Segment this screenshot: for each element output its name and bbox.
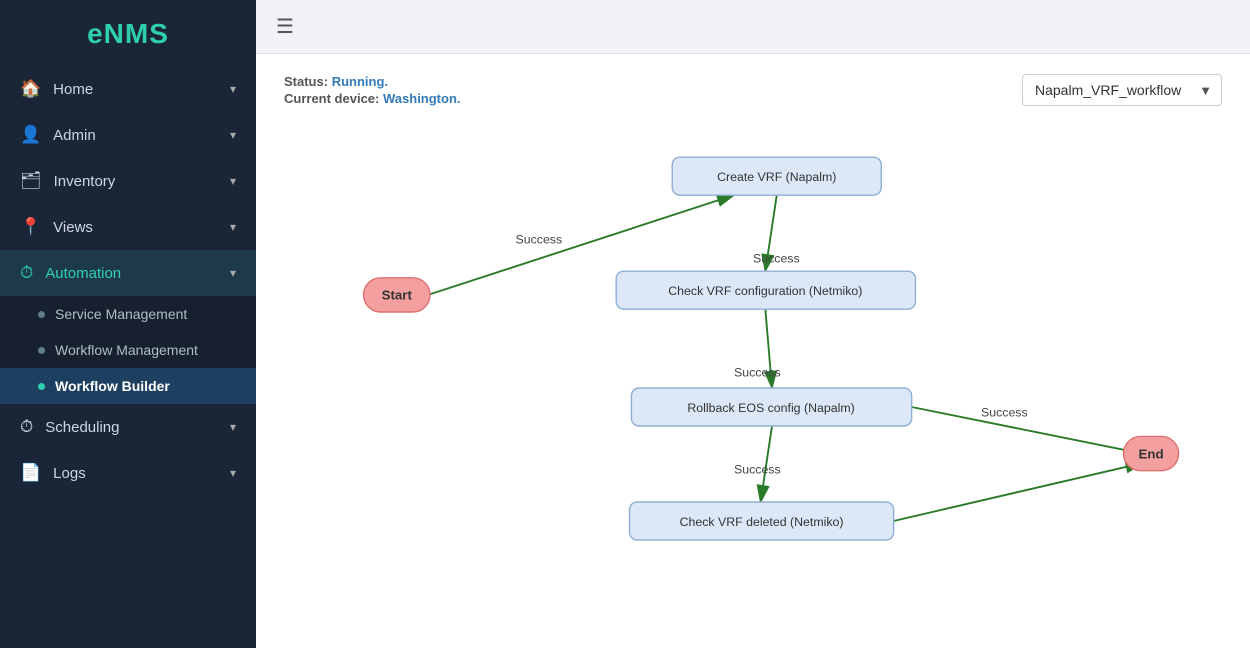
status-value: Running.: [332, 74, 388, 89]
workflow-select[interactable]: Napalm_VRF_workflow: [1022, 74, 1222, 106]
device-value: Washington.: [383, 91, 461, 106]
sidebar-label-home: Home: [53, 81, 93, 98]
sidebar-item-service-management[interactable]: Service Management: [0, 296, 256, 332]
sidebar-label-inventory: Inventory: [54, 173, 116, 190]
dot-service-management: [38, 311, 45, 318]
node-start-label: Start: [382, 288, 413, 303]
node-end-label: End: [1138, 446, 1163, 461]
node-rollback-eos-label: Rollback EOS config (Napalm): [687, 401, 854, 415]
chevron-admin: ▾: [230, 128, 236, 142]
edge-label-start-create-vrf: Success: [516, 233, 563, 247]
app-logo: eNMS: [0, 0, 256, 66]
main-content: ☰ Status: Running. Current device: Washi…: [256, 0, 1250, 648]
workflow-builder-content: Status: Running. Current device: Washing…: [256, 54, 1250, 648]
sidebar-item-scheduling[interactable]: ⏱ Scheduling ▾: [0, 404, 256, 450]
edge-label-rollback-end: Success: [981, 406, 1028, 420]
sidebar-item-automation[interactable]: ⏱ Automation ▾: [0, 250, 256, 296]
chevron-automation: ▾: [230, 266, 236, 280]
label-workflow-builder: Workflow Builder: [55, 378, 170, 394]
sidebar-item-admin[interactable]: 👤 Admin ▾: [0, 112, 256, 158]
automation-icon: ⏱: [20, 263, 33, 283]
sidebar-label-admin: Admin: [53, 127, 96, 144]
node-check-vrf-deleted-label: Check VRF deleted (Netmiko): [680, 515, 844, 529]
sidebar-item-inventory[interactable]: 🗂 Inventory ▾: [0, 158, 256, 204]
sidebar-label-views: Views: [53, 219, 93, 236]
inventory-icon: 🗂: [20, 171, 42, 191]
admin-icon: 👤: [20, 125, 41, 145]
chevron-views: ▾: [230, 220, 236, 234]
label-service-management: Service Management: [55, 306, 187, 322]
label-workflow-management: Workflow Management: [55, 342, 198, 358]
dot-workflow-builder: [38, 383, 45, 390]
scheduling-icon: ⏱: [20, 417, 33, 437]
node-check-vrf-config-label: Check VRF configuration (Netmiko): [668, 284, 862, 298]
status-label: Status:: [284, 74, 328, 89]
sidebar-item-workflow-management[interactable]: Workflow Management: [0, 332, 256, 368]
edge-label-create-check: Success: [753, 252, 800, 266]
device-label: Current device:: [284, 91, 379, 106]
sidebar-item-workflow-builder[interactable]: Workflow Builder: [0, 368, 256, 404]
dot-workflow-management: [38, 347, 45, 354]
node-create-vrf-label: Create VRF (Napalm): [717, 170, 836, 184]
sidebar-item-home[interactable]: 🏠 Home ▾: [0, 66, 256, 112]
hamburger-icon[interactable]: ☰: [276, 14, 294, 39]
workflow-dropdown-container: Napalm_VRF_workflow ▼: [1022, 74, 1222, 106]
topbar: ☰: [256, 0, 1250, 54]
chevron-home: ▾: [230, 82, 236, 96]
sidebar-item-views[interactable]: 📍 Views ▾: [0, 204, 256, 250]
edge-deleted-end: [894, 463, 1143, 521]
logs-icon: 📄: [20, 463, 41, 483]
chevron-inventory: ▾: [230, 174, 236, 188]
workflow-canvas: Success Success Success Success Success …: [284, 122, 1222, 616]
edge-label-check-rollback: Success: [734, 366, 781, 380]
sidebar: eNMS 🏠 Home ▾ 👤 Admin ▾ 🗂 Inventory ▾ 📍 …: [0, 0, 256, 648]
home-icon: 🏠: [20, 79, 41, 99]
chevron-scheduling: ▾: [230, 420, 236, 434]
chevron-logs: ▾: [230, 466, 236, 480]
sidebar-item-logs[interactable]: 📄 Logs ▾: [0, 450, 256, 496]
sidebar-label-logs: Logs: [53, 465, 86, 482]
edge-label-rollback-deleted: Success: [734, 463, 781, 477]
sidebar-label-automation: Automation: [45, 265, 121, 282]
views-icon: 📍: [20, 217, 41, 237]
sidebar-label-scheduling: Scheduling: [45, 419, 119, 436]
automation-submenu: Service Management Workflow Management W…: [0, 296, 256, 404]
